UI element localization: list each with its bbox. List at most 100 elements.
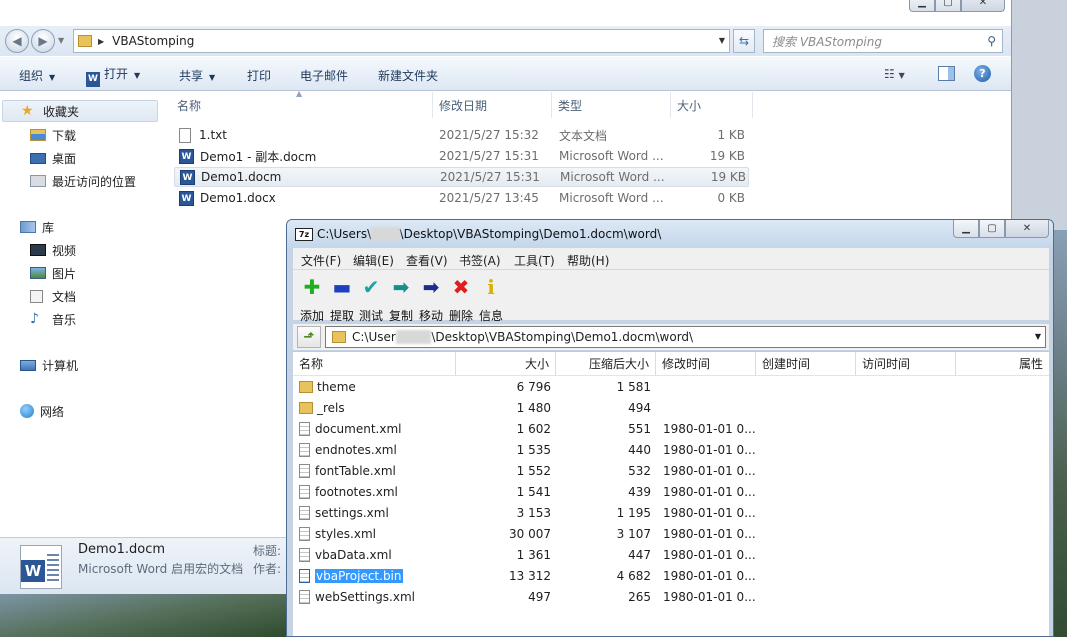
entry-packed-size: 265 [628, 590, 651, 604]
entry-modified: 1980-01-01 0... [663, 422, 756, 436]
address-dropdown-icon[interactable]: ▼ [719, 36, 725, 45]
nav-downloads[interactable]: 下载 [30, 125, 76, 145]
back-button[interactable]: ◀ [5, 29, 29, 53]
preview-pane-button[interactable] [938, 66, 955, 81]
menu-help[interactable]: 帮助(H) [567, 252, 609, 269]
nav-videos[interactable]: 视频 [30, 240, 76, 260]
delete-button[interactable]: ✖ 删除 [446, 276, 476, 324]
menu-edit[interactable]: 编辑(E) [353, 252, 394, 269]
menu-view[interactable]: 查看(V) [406, 252, 448, 269]
file-type: Microsoft Word ... [559, 191, 664, 205]
minimize-button[interactable]: ▁ [909, 0, 935, 12]
archive-row[interactable]: theme 6 796 1 581 [293, 377, 1049, 398]
copy-button[interactable]: ➡ 复制 [386, 276, 416, 324]
archive-row[interactable]: fontTable.xml 1 552 532 1980-01-01 0... [293, 461, 1049, 482]
recent-pages-dropdown[interactable]: ▼ [58, 36, 64, 45]
move-button[interactable]: ➡ 移动 [416, 276, 446, 324]
entry-name: settings.xml [315, 506, 389, 520]
path-combobox[interactable]: C:\Userxxxxx\Desktop\VBAStomping\Demo1.d… [325, 326, 1046, 348]
column-header-attributes[interactable]: 属性 [956, 352, 1049, 376]
nav-documents[interactable]: 文档 [30, 286, 76, 306]
file-row[interactable]: 1.txt 2021/5/27 15:32 文本文档 1 KB [173, 125, 748, 145]
entry-size: 1 535 [516, 443, 551, 457]
archive-row[interactable]: webSettings.xml 497 265 1980-01-01 0... [293, 587, 1049, 608]
archive-row[interactable]: _rels 1 480 494 [293, 398, 1049, 419]
column-header-name[interactable]: 名称 [293, 352, 456, 376]
archive-row-selected[interactable]: vbaProject.bin 13 312 4 682 1980-01-01 0... [293, 566, 1049, 587]
nav-pictures[interactable]: 图片 [30, 263, 76, 283]
nav-desktop[interactable]: 桌面 [30, 148, 76, 168]
new-folder-button[interactable]: 新建文件夹 [378, 67, 438, 84]
nav-label: 收藏夹 [43, 104, 80, 119]
file-row-selected[interactable]: W Demo1.docm 2021/5/27 15:31 Microsoft Wo… [174, 167, 749, 187]
entry-name: theme [317, 380, 356, 394]
column-header-created[interactable]: 创建时间 [756, 352, 856, 376]
file-row[interactable]: W Demo1 - 副本.docm 2021/5/27 15:31 Microso… [173, 146, 748, 166]
menu-file[interactable]: 文件(F) [301, 252, 341, 269]
test-button[interactable]: ✔ 测试 [356, 276, 386, 324]
maximize-button[interactable]: ▢ [979, 220, 1005, 238]
checkmark-icon: ✔ [362, 275, 380, 299]
close-button[interactable]: ✕ [961, 0, 1005, 12]
nav-libraries[interactable]: 库 [2, 216, 158, 238]
archive-row[interactable]: document.xml 1 602 551 1980-01-01 0... [293, 419, 1049, 440]
organize-button[interactable]: 组织 ▼ [19, 67, 55, 84]
archive-row[interactable]: footnotes.xml 1 541 439 1980-01-01 0... [293, 482, 1049, 503]
column-header-name[interactable]: 名称 [171, 92, 433, 118]
maximize-button[interactable]: ▢ [935, 0, 961, 12]
nav-network[interactable]: 网络 [2, 400, 158, 422]
file-name: Demo1.docm [201, 170, 282, 184]
minimize-button[interactable]: ▁ [953, 220, 979, 238]
xml-file-icon [299, 485, 310, 499]
column-header-modified[interactable]: 修改时间 [656, 352, 756, 376]
search-icon[interactable]: ⚲ [987, 34, 996, 48]
search-input[interactable]: 搜索 VBAStomping ⚲ [763, 29, 1003, 53]
nav-computer[interactable]: 计算机 [2, 354, 158, 376]
close-button[interactable]: ✕ [1005, 220, 1049, 238]
entry-packed-size: 1 581 [616, 380, 651, 394]
up-folder-button[interactable]: ⬏ [297, 326, 321, 348]
entry-modified: 1980-01-01 0... [663, 464, 756, 478]
column-header-modified[interactable]: 修改日期 [433, 92, 552, 118]
add-button[interactable]: ✚ 添加 [297, 276, 327, 324]
search-placeholder: 搜索 VBAStomping [772, 34, 882, 49]
column-header-packed-size[interactable]: 压缩后大小 [556, 352, 656, 376]
open-button[interactable]: W 打开 ▼ [86, 65, 140, 87]
chevron-down-icon[interactable]: ▼ [1035, 332, 1041, 341]
entry-modified: 1980-01-01 0... [663, 443, 756, 457]
nav-label: 下载 [52, 128, 77, 143]
archive-row[interactable]: styles.xml 30 007 3 107 1980-01-01 0... [293, 524, 1049, 545]
view-list-icon: ☷ [884, 67, 895, 81]
nav-music[interactable]: ♪ 音乐 [30, 309, 76, 329]
archive-row[interactable]: endnotes.xml 1 535 440 1980-01-01 0... [293, 440, 1049, 461]
entry-size: 1 552 [516, 464, 551, 478]
nav-recent-places[interactable]: 最近访问的位置 [30, 171, 136, 191]
address-bar[interactable]: ▶ VBAStomping ▼ [73, 29, 730, 53]
email-button[interactable]: 电子邮件 [300, 67, 348, 84]
menu-tools[interactable]: 工具(T) [514, 252, 555, 269]
archive-row[interactable]: settings.xml 3 153 1 195 1980-01-01 0... [293, 503, 1049, 524]
column-header-size[interactable]: 大小 [671, 92, 753, 118]
refresh-button[interactable]: ⇆ [733, 29, 755, 53]
file-size: 19 KB [710, 170, 746, 184]
column-header-accessed[interactable]: 访问时间 [856, 352, 956, 376]
nav-favorites[interactable]: ★ 收藏夹 [2, 100, 158, 122]
share-button[interactable]: 共享 ▼ [179, 67, 215, 84]
menu-bookmarks[interactable]: 书签(A) [459, 252, 501, 269]
breadcrumb-vbastomping[interactable]: VBAStomping [112, 34, 194, 48]
file-row[interactable]: W Demo1.docx 2021/5/27 13:45 Microsoft Wo… [173, 188, 748, 208]
info-button[interactable]: i 信息 [476, 276, 506, 324]
column-header-type[interactable]: 类型 [552, 92, 671, 118]
file-date: 2021/5/27 13:45 [439, 191, 539, 205]
view-options-button[interactable]: ☷ ▼ [884, 67, 905, 81]
archive-row[interactable]: vbaData.xml 1 361 447 1980-01-01 0... [293, 545, 1049, 566]
maximize-icon: ▢ [987, 223, 997, 234]
extract-button[interactable]: ▬ 提取 [327, 276, 357, 324]
info-label: 信息 [478, 309, 503, 323]
forward-button[interactable]: ▶ [31, 29, 55, 53]
breadcrumb-chevron-icon[interactable]: ▶ [98, 37, 104, 46]
column-header-size[interactable]: 大小 [456, 352, 556, 376]
help-button[interactable]: ? [974, 65, 991, 82]
print-button[interactable]: 打印 [247, 67, 271, 84]
file-name: Demo1 - 副本.docm [200, 149, 317, 164]
